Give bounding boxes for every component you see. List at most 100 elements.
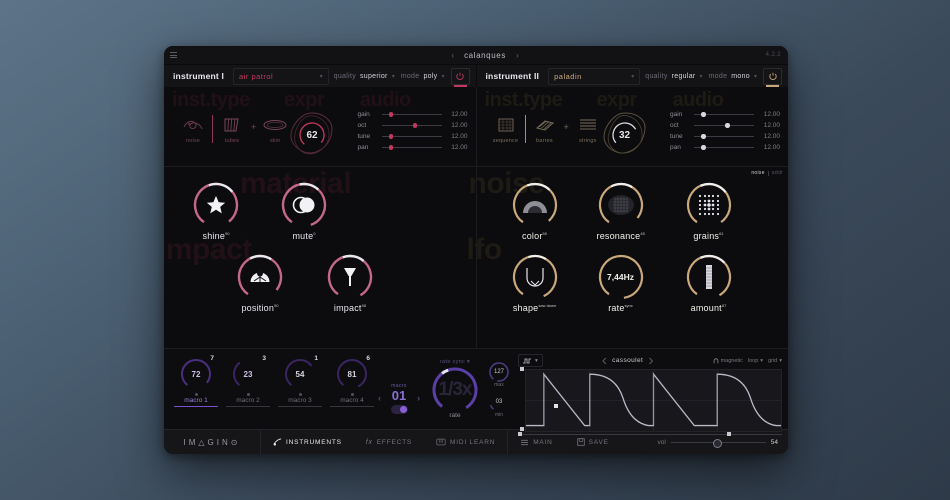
knob-position[interactable]: position50: [236, 253, 284, 313]
knob-mute[interactable]: mute0: [280, 181, 328, 241]
slider-row[interactable]: oct 12.00: [670, 120, 780, 131]
macro-1[interactable]: 72 7 macro 1: [174, 355, 218, 407]
slider-row[interactable]: pan 12.00: [670, 142, 780, 153]
instrument-1-mode-select[interactable]: mode poly ▾: [401, 73, 445, 80]
knob-impact[interactable]: impact98: [326, 253, 374, 313]
slider-handle[interactable]: [701, 145, 706, 150]
instrument-1-patch-select[interactable]: air patrol ▾: [233, 67, 329, 85]
knob-amount[interactable]: amount87: [685, 253, 733, 313]
slider-track[interactable]: [694, 145, 754, 150]
knob-ring[interactable]: [685, 253, 733, 301]
slider-track[interactable]: [381, 112, 442, 117]
instrument-1-expr-blob[interactable]: 62: [284, 107, 340, 163]
macro-knob[interactable]: 54 1: [283, 355, 318, 391]
nav-main[interactable]: MAIN: [508, 439, 564, 446]
instrument-2-power-button[interactable]: [763, 67, 782, 87]
macro-2[interactable]: 23 3 macro 2: [226, 355, 270, 407]
volume-track[interactable]: [670, 438, 766, 448]
chevron-left-icon[interactable]: ‹: [451, 51, 454, 60]
macro-knob[interactable]: 23 3: [231, 355, 266, 391]
slider-row[interactable]: tune 12.00: [670, 131, 780, 142]
slider-handle[interactable]: [701, 134, 706, 139]
range-handle-left[interactable]: [518, 432, 522, 437]
macro-preset-box[interactable]: macro 01: [385, 383, 413, 414]
knob-shine[interactable]: shine90: [192, 181, 240, 241]
macro-knob[interactable]: 81 6: [335, 355, 370, 391]
knob-ring[interactable]: [280, 181, 328, 229]
knob-rate[interactable]: 7,44Hz ratesync: [597, 253, 645, 313]
instrument-1-quality-select[interactable]: quality superior ▾: [334, 73, 395, 80]
slider-row[interactable]: pan 12.00: [358, 142, 468, 153]
knob-shape[interactable]: shapesaw down: [511, 253, 559, 313]
slider-row[interactable]: tune 12.00: [358, 131, 468, 142]
instrument-2-quality-select[interactable]: quality regular ▾: [645, 73, 702, 80]
macro-dot[interactable]: [298, 393, 302, 396]
nav-effects[interactable]: fx EFFECTS: [354, 439, 424, 446]
knob-ring[interactable]: [192, 181, 240, 229]
main-menu-button[interactable]: [164, 52, 182, 58]
knob-color[interactable]: color50: [511, 181, 559, 241]
toggle-option-noise[interactable]: noise: [751, 170, 764, 176]
slider-row[interactable]: gain 12.00: [670, 109, 780, 120]
lfo-grid-select[interactable]: grid ▾: [768, 358, 782, 364]
macro-dot[interactable]: [246, 393, 250, 396]
knob-grains[interactable]: grains61: [685, 181, 733, 241]
lfo-horizontal-range[interactable]: [518, 432, 782, 437]
slider-track[interactable]: [381, 145, 442, 150]
knob-ring[interactable]: [511, 181, 559, 229]
slider-row[interactable]: gain 12.00: [358, 109, 468, 120]
lfo-waveform-canvas[interactable]: [525, 369, 782, 433]
macro-dot[interactable]: [350, 393, 354, 396]
nav-instruments[interactable]: INSTRUMENTS: [261, 438, 354, 446]
instrument-1-power-button[interactable]: [450, 67, 470, 87]
chevron-right-icon[interactable]: ›: [516, 51, 519, 60]
knob-ring[interactable]: [597, 181, 645, 229]
slider-handle[interactable]: [725, 123, 730, 128]
slider-track[interactable]: [381, 123, 442, 128]
source-barres[interactable]: barres: [530, 114, 560, 144]
chevron-right-icon[interactable]: ›: [417, 393, 420, 403]
lfo-vertical-range[interactable]: [518, 366, 525, 432]
nav-midi-learn[interactable]: MIDI LEARN: [424, 438, 507, 446]
slider-handle[interactable]: [388, 145, 394, 150]
instrument-2-expr-blob[interactable]: 32: [597, 107, 653, 163]
knob-ring[interactable]: [326, 253, 374, 301]
slider-track[interactable]: [694, 134, 754, 139]
macro-dot[interactable]: [194, 393, 198, 396]
slider-handle[interactable]: [388, 112, 394, 117]
slider-track[interactable]: [694, 112, 754, 117]
toggle-option-addr[interactable]: addr: [772, 170, 783, 176]
macro-preset-toggle[interactable]: [390, 404, 408, 414]
min-knob[interactable]: 03: [488, 391, 510, 413]
lfo-shape-name[interactable]: cassoulet: [612, 357, 643, 364]
source-sequence[interactable]: sequence: [491, 114, 521, 144]
range-track[interactable]: [518, 432, 782, 437]
rate-knob[interactable]: 1/3x: [430, 365, 480, 415]
knob-ring[interactable]: [511, 253, 559, 301]
range-handle-right[interactable]: [726, 432, 731, 437]
min-knob-wrap[interactable]: 03 min: [488, 391, 510, 418]
volume-handle[interactable]: [712, 438, 722, 448]
knob-resonance[interactable]: resonance45: [597, 181, 645, 241]
slider-row[interactable]: oct 12.00: [358, 120, 468, 131]
max-knob-wrap[interactable]: 127 max: [488, 361, 510, 388]
instrument-2-mode-select[interactable]: mode mono ▾: [709, 73, 757, 80]
instrument-2-patch-select[interactable]: paladin ▾: [548, 67, 641, 85]
nav-save[interactable]: SAVE: [565, 438, 621, 446]
knob-ring[interactable]: [236, 253, 284, 301]
macro-4[interactable]: 81 6 macro 4: [330, 355, 374, 407]
range-handle-top[interactable]: [519, 367, 524, 371]
source-tubes[interactable]: tubes: [217, 114, 247, 144]
knob-ring[interactable]: 7,44Hz: [597, 253, 645, 301]
range-handle-bottom[interactable]: [519, 427, 524, 432]
noise-mode-toggle[interactable]: noise addr: [751, 170, 783, 176]
lfo-node[interactable]: [554, 404, 559, 409]
max-knob[interactable]: 127: [488, 361, 510, 383]
lfo-magnetic-toggle[interactable]: magnetic: [713, 358, 743, 364]
slider-handle[interactable]: [388, 134, 394, 139]
macro-knob[interactable]: 72 7: [179, 355, 214, 391]
slider-track[interactable]: [694, 123, 754, 128]
chevron-left-icon[interactable]: ‹: [378, 393, 381, 403]
slider-handle[interactable]: [701, 112, 706, 117]
macro-3[interactable]: 54 1 macro 3: [278, 355, 322, 407]
